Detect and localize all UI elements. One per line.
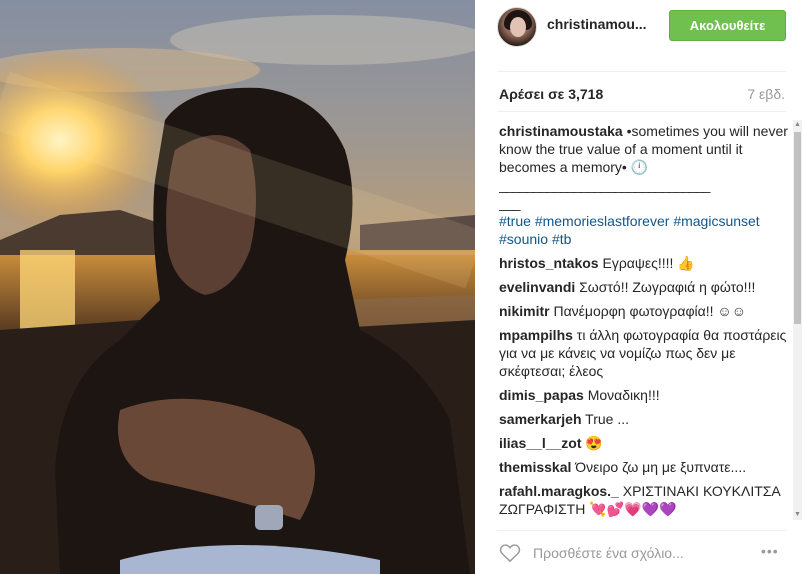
divider	[497, 111, 787, 112]
following-button[interactable]: Ακολουθείτε	[669, 10, 786, 41]
comment-item: hristos_ntakos Εγραψες!!!! 👍	[499, 254, 789, 272]
hashtag-link[interactable]: #true	[499, 213, 531, 229]
caption: christinamoustaka •sometimes you will ne…	[499, 122, 789, 248]
caption-separator-tail: ___	[499, 195, 520, 211]
comment-username[interactable]: themisskal	[499, 459, 571, 475]
comments-list: christinamoustaka •sometimes you will ne…	[499, 118, 789, 522]
scroll-up-arrow-icon[interactable]: ▲	[793, 120, 802, 130]
post-time[interactable]: 7 εβδ.	[747, 86, 785, 102]
comment-input[interactable]	[533, 543, 753, 563]
hashtag-link[interactable]: #sounio	[499, 231, 548, 247]
more-options-icon[interactable]: •••	[761, 543, 779, 559]
comment-item: samerkarjeh True ...	[499, 410, 789, 428]
caption-hashtags: #true #memorieslastforever #magicsunset …	[499, 212, 789, 248]
likes-count[interactable]: Αρέσει σε 3,718	[499, 86, 603, 102]
comment-item: rafahl.maragkos._ ΧΡΙΣΤΙΝΑΚΙ ΚΟΥΚΛΙΤΣΑ Ζ…	[499, 482, 789, 518]
comment-item: mpampilhs τι άλλη φωτογραφία θα ποστάρει…	[499, 326, 789, 380]
comment-username[interactable]: rafahl.maragkos._	[499, 483, 619, 499]
comment-username[interactable]: nikimitr	[499, 303, 550, 319]
comment-item: dimis_papas Μοναδικη!!!	[499, 386, 789, 404]
hashtag-link[interactable]: #tb	[552, 231, 571, 247]
caption-username[interactable]: christinamoustaka	[499, 123, 623, 139]
post-photo[interactable]	[0, 0, 475, 574]
scrollbar-thumb[interactable]	[794, 132, 801, 324]
comment-text: Πανέμορφη φωτογραφία!! ☺☺	[553, 303, 747, 319]
comment-username[interactable]: mpampilhs	[499, 327, 573, 343]
divider	[497, 71, 787, 72]
post-details-panel: christinamou... Ακολουθείτε Αρέσει σε 3,…	[475, 0, 804, 574]
comment-text: Σωστό!! Ζωγραφιά η φώτο!!!	[579, 279, 756, 295]
comment-text: True ...	[585, 411, 629, 427]
comment-item: ilias__l__zot 😍	[499, 434, 789, 452]
comment-item: themisskal Όνειρο ζω μη με ξυπνατε....	[499, 458, 789, 476]
scroll-down-arrow-icon[interactable]: ▼	[793, 510, 802, 520]
comment-username[interactable]: evelinvandi	[499, 279, 575, 295]
comment-item: evelinvandi Σωστό!! Ζωγραφιά η φώτο!!!	[499, 278, 789, 296]
comment-username[interactable]: hristos_ntakos	[499, 255, 599, 271]
comment-text: 😍	[585, 435, 603, 451]
comment-text: Εγραψες!!!! 👍	[602, 255, 695, 271]
avatar[interactable]	[497, 7, 537, 47]
comment-text: Μοναδικη!!!	[587, 387, 660, 403]
hashtag-link[interactable]: #magicsunset	[673, 213, 759, 229]
heart-icon[interactable]	[499, 543, 521, 563]
divider	[497, 530, 787, 531]
comment-username[interactable]: ilias__l__zot	[499, 435, 582, 451]
comments-scrollbar[interactable]: ▲ ▼	[793, 120, 802, 520]
comment-username[interactable]: samerkarjeh	[499, 411, 582, 427]
header-username[interactable]: christinamou...	[547, 16, 667, 32]
comment-item: nikimitr Πανέμορφη φωτογραφία!! ☺☺	[499, 302, 789, 320]
sunset-portrait-image	[0, 0, 475, 574]
comment-username[interactable]: dimis_papas	[499, 387, 584, 403]
post-header: christinamou... Ακολουθείτε	[475, 0, 804, 54]
avatar-face	[510, 17, 526, 37]
comment-text: Όνειρο ζω μη με ξυπνατε....	[575, 459, 747, 475]
caption-separator: _______________________________	[499, 177, 710, 193]
hashtag-link[interactable]: #memorieslastforever	[535, 213, 670, 229]
